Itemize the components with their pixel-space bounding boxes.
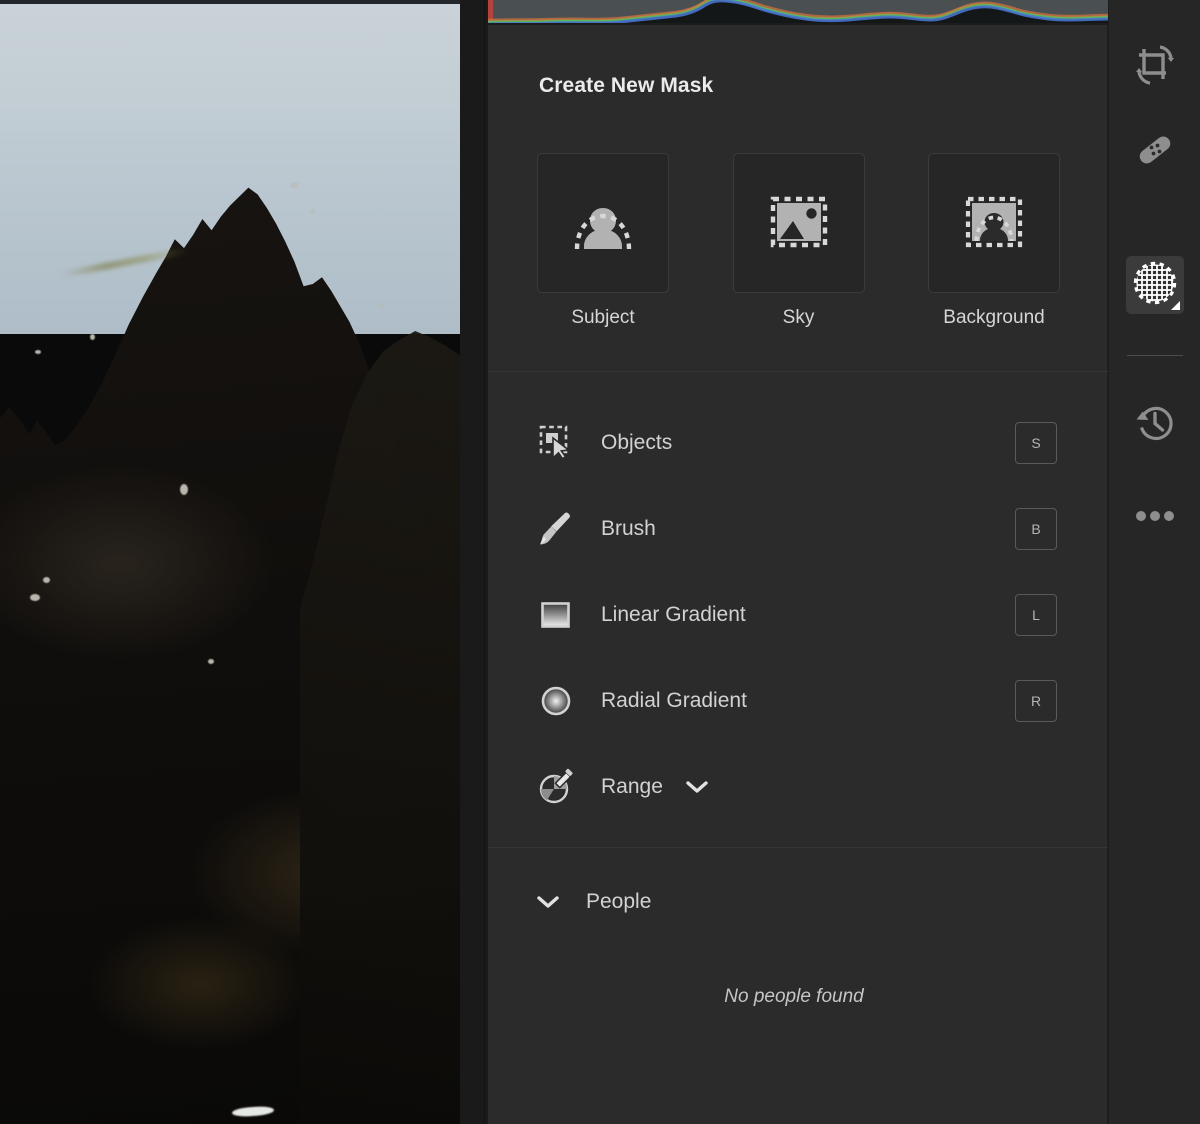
mask-tool-list: Objects S Brush B — [488, 400, 1108, 830]
photo-rock-speck — [310, 209, 315, 214]
masking-panel: Create New Mask Subject — [488, 0, 1108, 1124]
crop-overlay-button[interactable] — [1126, 38, 1184, 96]
people-section-header[interactable]: People — [488, 848, 1108, 956]
masking-active-indicator — [1171, 301, 1180, 310]
photo-rock-speck — [90, 334, 95, 340]
mask-type-subject[interactable]: Subject — [536, 153, 670, 329]
tool-shortcut-linear-gradient[interactable]: L — [1015, 594, 1057, 636]
tool-row-radial-gradient[interactable]: Radial Gradient R — [488, 658, 1108, 744]
tool-label-range: Range — [601, 775, 663, 799]
ellipsis-icon — [1133, 507, 1177, 525]
radial-gradient-icon — [536, 681, 576, 721]
page-title: Create New Mask — [539, 74, 713, 98]
mask-type-row: Subject Sky — [536, 153, 1061, 329]
range-eyedropper-icon — [536, 767, 576, 807]
tool-row-objects[interactable]: Objects S — [488, 400, 1108, 486]
crop-rotate-icon — [1133, 43, 1177, 92]
panel-gutter-edge — [484, 0, 485, 1124]
background-mask-label: Background — [943, 307, 1044, 329]
bandage-healing-icon — [1133, 128, 1177, 177]
subject-mask-icon — [570, 192, 636, 254]
photo-canvas[interactable] — [0, 4, 460, 1124]
tool-label-linear-gradient: Linear Gradient — [601, 603, 746, 627]
background-mask-button[interactable] — [928, 153, 1060, 293]
histogram[interactable] — [488, 0, 1108, 23]
people-section: People No people found — [488, 848, 1108, 956]
healing-button[interactable] — [1126, 123, 1184, 181]
sky-mask-label: Sky — [783, 307, 815, 329]
photo-rock-speck — [35, 350, 41, 354]
rail-divider — [1127, 355, 1183, 356]
tool-shortcut-objects[interactable]: S — [1015, 422, 1057, 464]
tool-label-brush: Brush — [601, 517, 656, 541]
people-empty-message: No people found — [488, 986, 1108, 1008]
tool-row-brush[interactable]: Brush B — [488, 486, 1108, 572]
subject-mask-button[interactable] — [537, 153, 669, 293]
histogram-bottom-rule — [488, 23, 1108, 25]
people-section-label: People — [586, 890, 651, 914]
photo-rock-speck — [290, 182, 299, 188]
chevron-down-icon[interactable] — [685, 779, 709, 795]
chevron-down-icon[interactable] — [536, 894, 562, 910]
sky-mask-button[interactable] — [733, 153, 865, 293]
tool-shortcut-radial-gradient[interactable]: R — [1015, 680, 1057, 722]
objects-select-icon — [536, 423, 576, 463]
subject-mask-label: Subject — [571, 307, 634, 329]
history-clock-icon — [1133, 401, 1177, 445]
photo-rock-speck — [43, 577, 50, 583]
linear-gradient-icon — [536, 595, 576, 635]
photo-rock-speck — [30, 594, 40, 601]
tool-label-radial-gradient: Radial Gradient — [601, 689, 747, 713]
tool-row-range[interactable]: Range — [488, 744, 1108, 830]
tool-row-linear-gradient[interactable]: Linear Gradient L — [488, 572, 1108, 658]
tool-shortcut-brush[interactable]: B — [1015, 508, 1057, 550]
history-button[interactable] — [1126, 394, 1184, 452]
photo-rock-speck — [378, 304, 385, 309]
more-options-button[interactable] — [1126, 487, 1184, 545]
mask-type-sky[interactable]: Sky — [732, 153, 866, 329]
masking-button[interactable] — [1126, 256, 1184, 314]
tool-rail — [1109, 0, 1200, 1124]
photo-preview-area[interactable] — [0, 0, 460, 1124]
lightroom-masking-screen: Create New Mask Subject — [0, 0, 1200, 1124]
tool-label-objects: Objects — [601, 431, 672, 455]
mask-type-background[interactable]: Background — [927, 153, 1061, 329]
section-divider — [488, 371, 1108, 372]
histogram-curves — [488, 0, 1108, 23]
photo-rock-speck — [180, 484, 188, 495]
sky-mask-icon — [766, 194, 832, 252]
background-mask-icon — [961, 194, 1027, 252]
brush-icon — [536, 509, 576, 549]
photo-rock-speck — [208, 659, 214, 664]
